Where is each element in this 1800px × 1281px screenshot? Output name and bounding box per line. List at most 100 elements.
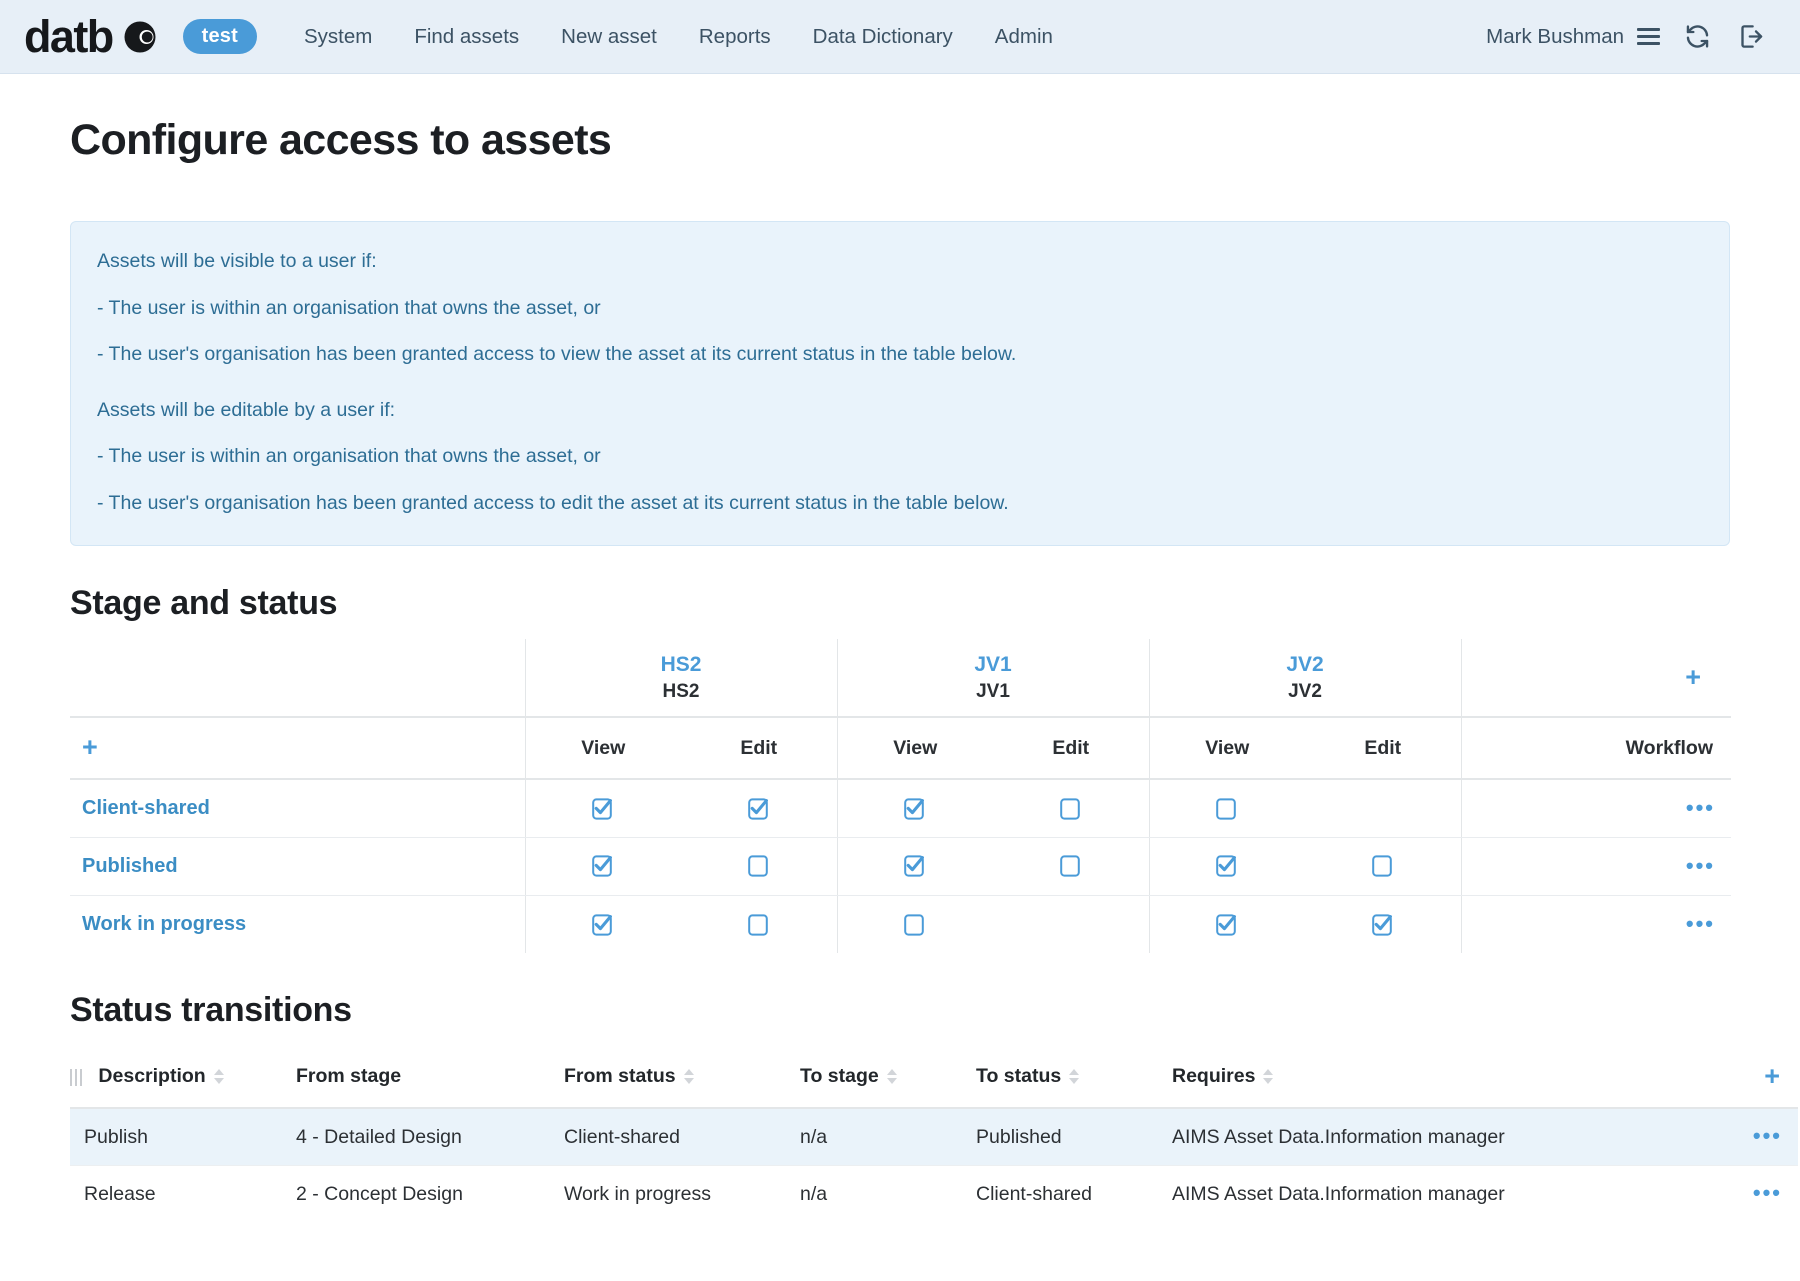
nav-item-system[interactable]: System (283, 17, 393, 57)
checkbox-unchecked[interactable] (747, 853, 771, 879)
transition-requires: AIMS Asset Data.Information manager (1158, 1108, 1718, 1165)
top-bar-right: Mark Bushman (1476, 17, 1778, 57)
sort-arrows-icon[interactable] (887, 1069, 897, 1084)
column-header-from-stage[interactable]: From stage (282, 1046, 550, 1108)
row-menu-icon[interactable]: ••• (1686, 913, 1715, 935)
sort-arrows-icon[interactable] (1069, 1069, 1079, 1084)
checkbox-checked[interactable] (591, 912, 615, 938)
status-label-work-in-progress[interactable]: Work in progress (70, 895, 525, 953)
column-header-requires[interactable]: Requires (1158, 1046, 1718, 1108)
cell-jv1-edit-client-shared[interactable] (993, 779, 1149, 837)
column-header-from-status[interactable]: From status (550, 1046, 786, 1108)
transition-to-stage: n/a (786, 1108, 962, 1165)
nav-item-admin[interactable]: Admin (974, 17, 1074, 57)
cell-hs2-edit-published[interactable] (681, 837, 837, 895)
cell-jv1-view-work-in-progress[interactable] (837, 895, 993, 953)
info-line-visible-heading: Assets will be visible to a user if: (97, 246, 1703, 278)
cell-hs2-edit-client-shared[interactable] (681, 779, 837, 837)
transition-from-stage: 4 - Detailed Design (282, 1108, 550, 1165)
view-edit-header-row: + View Edit View Edit View Edit Workflow (70, 717, 1731, 779)
checkbox-checked[interactable] (903, 796, 927, 822)
org-code-jv1[interactable]: JV1 (850, 651, 1137, 679)
cell-jv2-edit-published[interactable] (1305, 837, 1461, 895)
org-code-hs2[interactable]: HS2 (538, 651, 825, 679)
row-menu-icon[interactable]: ••• (1686, 855, 1715, 877)
checkbox-checked[interactable] (1215, 853, 1239, 879)
column-header-label: To status (976, 1065, 1061, 1088)
checkbox-unchecked[interactable] (1215, 796, 1239, 822)
nav-item-data-dictionary[interactable]: Data Dictionary (792, 17, 974, 57)
checkbox-checked[interactable] (1371, 912, 1395, 938)
table-row[interactable]: Release 2 - Concept Design Work in progr… (70, 1165, 1798, 1222)
status-transitions-body: Publish 4 - Detailed Design Client-share… (70, 1108, 1798, 1222)
cell-hs2-view-client-shared[interactable] (525, 779, 681, 837)
cell-hs2-edit-work-in-progress[interactable] (681, 895, 837, 953)
status-label-client-shared[interactable]: Client-shared (70, 779, 525, 837)
add-organisation-button[interactable]: + (1685, 664, 1719, 691)
column-resize-grip-icon[interactable] (70, 1069, 82, 1086)
transition-requires: AIMS Asset Data.Information manager (1158, 1165, 1718, 1222)
cell-jv1-view-published[interactable] (837, 837, 993, 895)
row-actions-client-shared[interactable]: ••• (1461, 779, 1731, 837)
transition-row-actions[interactable]: ••• (1718, 1165, 1798, 1222)
checkbox-checked[interactable] (591, 853, 615, 879)
column-header-to-stage[interactable]: To stage (786, 1046, 962, 1108)
cell-jv2-view-client-shared[interactable] (1149, 779, 1305, 837)
row-actions-published[interactable]: ••• (1461, 837, 1731, 895)
sort-arrows-icon[interactable] (684, 1069, 694, 1084)
brand-logo[interactable]: datb (24, 14, 157, 59)
checkbox-unchecked[interactable] (1059, 796, 1083, 822)
status-label-published[interactable]: Published (70, 837, 525, 895)
cell-jv2-view-work-in-progress[interactable] (1149, 895, 1305, 953)
user-menu[interactable]: Mark Bushman (1476, 19, 1670, 55)
info-line-visible-rule-1: - The user is within an organisation tha… (97, 293, 1703, 325)
checkbox-checked[interactable] (747, 796, 771, 822)
refresh-button[interactable] (1670, 17, 1724, 57)
subheader-jv1-edit: Edit (993, 717, 1149, 779)
cell-hs2-view-work-in-progress[interactable] (525, 895, 681, 953)
logout-button[interactable] (1724, 17, 1778, 57)
row-actions-work-in-progress[interactable]: ••• (1461, 895, 1731, 953)
checkbox-checked[interactable] (903, 853, 927, 879)
sort-arrows-icon[interactable] (1263, 1069, 1273, 1084)
cell-text: n/a (786, 1183, 827, 1205)
info-line-visible-rule-2: - The user's organisation has been grant… (97, 339, 1703, 371)
page-inner: Configure access to assets Assets will b… (34, 116, 1766, 1222)
column-header-label: From stage (296, 1065, 401, 1088)
status-transitions-title: Status transitions (70, 991, 1730, 1030)
cell-hs2-view-published[interactable] (525, 837, 681, 895)
add-transition-button[interactable]: + (1764, 1063, 1780, 1090)
checkbox-unchecked[interactable] (747, 912, 771, 938)
checkbox-unchecked[interactable] (903, 912, 927, 938)
cell-jv2-edit-work-in-progress[interactable] (1305, 895, 1461, 953)
cell-text: n/a (786, 1126, 827, 1148)
environment-badge[interactable]: test (183, 19, 257, 54)
hamburger-menu-icon[interactable] (1637, 28, 1660, 45)
transition-row-actions[interactable]: ••• (1718, 1108, 1798, 1165)
column-header-to-status[interactable]: To status (962, 1046, 1158, 1108)
add-status-button[interactable]: + (82, 734, 98, 761)
checkbox-checked[interactable] (591, 796, 615, 822)
org-name-jv2: JV2 (1162, 679, 1449, 705)
cell-text: Published (962, 1126, 1062, 1148)
row-menu-icon[interactable]: ••• (1753, 1125, 1782, 1147)
table-row[interactable]: Publish 4 - Detailed Design Client-share… (70, 1108, 1798, 1165)
column-header-label: Description (98, 1065, 205, 1088)
cell-jv1-view-client-shared[interactable] (837, 779, 993, 837)
row-menu-icon[interactable]: ••• (1686, 797, 1715, 819)
column-header-description[interactable]: Description (70, 1046, 282, 1108)
row-menu-icon[interactable]: ••• (1753, 1182, 1782, 1204)
checkbox-checked[interactable] (1215, 912, 1239, 938)
cell-text: 4 - Detailed Design (282, 1126, 462, 1148)
checkbox-unchecked[interactable] (1371, 853, 1395, 879)
cell-jv2-view-published[interactable] (1149, 837, 1305, 895)
cell-jv1-edit-published[interactable] (993, 837, 1149, 895)
cell-text: AIMS Asset Data.Information manager (1158, 1183, 1505, 1205)
sort-arrows-icon[interactable] (214, 1069, 224, 1084)
nav-item-reports[interactable]: Reports (678, 17, 792, 57)
nav-item-find-assets[interactable]: Find assets (393, 17, 540, 57)
checkbox-unchecked[interactable] (1059, 853, 1083, 879)
org-code-jv2[interactable]: JV2 (1162, 651, 1449, 679)
nav-item-new-asset[interactable]: New asset (540, 17, 678, 57)
org-header-add-cell: + (1461, 639, 1731, 717)
